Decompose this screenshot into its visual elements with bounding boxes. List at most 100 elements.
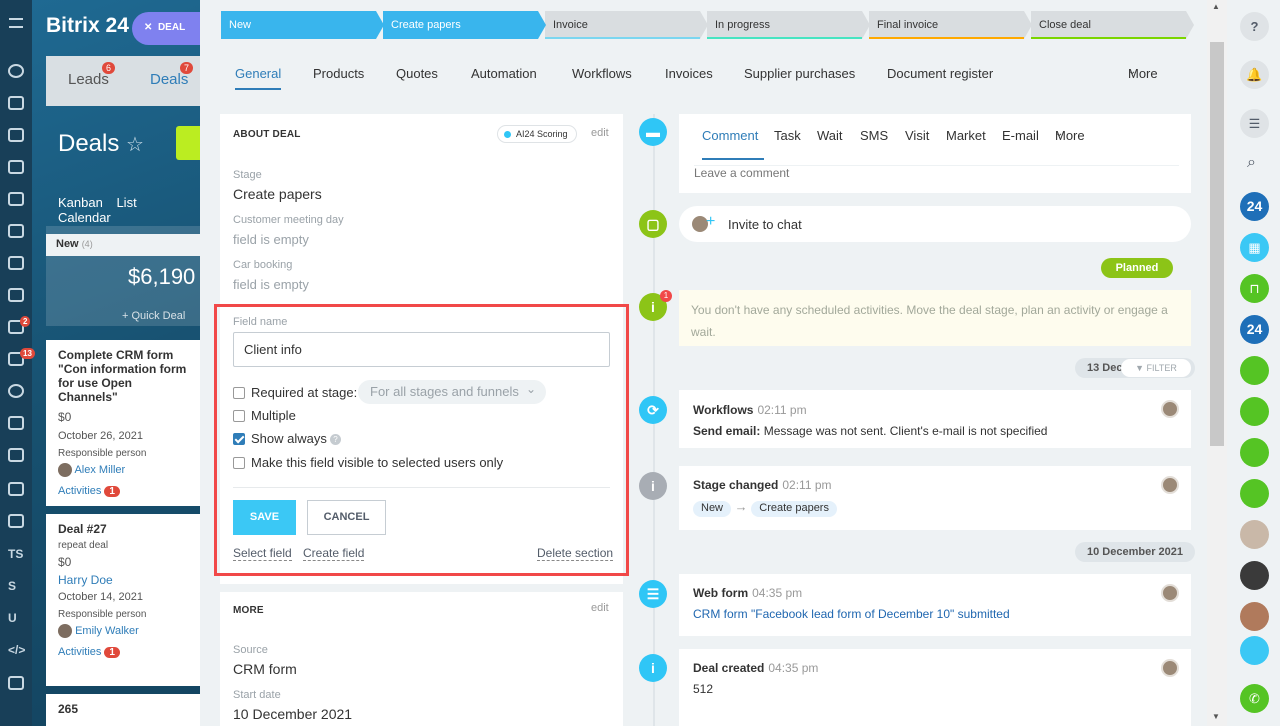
card-client[interactable]: Harry Doe bbox=[58, 573, 194, 587]
search-icon[interactable]: ⌕ bbox=[1247, 154, 1256, 172]
calendar-icon[interactable] bbox=[8, 160, 24, 174]
edit-link[interactable]: edit bbox=[591, 602, 609, 614]
card-activities[interactable]: Activities 1 bbox=[58, 646, 194, 658]
stream-icon[interactable] bbox=[8, 64, 24, 78]
ai24-scoring-button[interactable]: AI24 Scoring bbox=[497, 125, 577, 143]
web-form-link[interactable]: CRM form "Facebook lead form of December… bbox=[693, 607, 1177, 621]
field-value[interactable]: Create papers bbox=[233, 186, 322, 202]
stage-in-progress[interactable]: In progress bbox=[707, 11, 870, 39]
tab-general[interactable]: General bbox=[235, 66, 281, 81]
group-icon[interactable] bbox=[1240, 438, 1269, 467]
tab-deals[interactable]: Deals bbox=[150, 71, 188, 88]
edit-link[interactable]: edit bbox=[591, 127, 609, 139]
menu-text-item[interactable]: U bbox=[8, 611, 17, 625]
composer-tab-comment[interactable]: Comment bbox=[702, 128, 758, 143]
active-tab-underline bbox=[702, 158, 764, 160]
target-icon[interactable] bbox=[8, 384, 24, 398]
tab-quotes[interactable]: Quotes bbox=[396, 66, 438, 81]
group-icon[interactable] bbox=[1240, 397, 1269, 426]
group-icon[interactable] bbox=[1240, 479, 1269, 508]
user-avatar[interactable] bbox=[1240, 561, 1269, 590]
composer-tab-sms[interactable]: SMS bbox=[860, 128, 888, 143]
kanban-card[interactable]: Complete CRM form "Con information form … bbox=[46, 340, 200, 506]
card-title[interactable]: 265 bbox=[58, 702, 194, 716]
tab-invoices[interactable]: Invoices bbox=[665, 66, 713, 81]
stage-close-deal[interactable]: Close deal bbox=[1031, 11, 1194, 39]
scrollbar[interactable]: ▲ ▼ bbox=[1207, 0, 1227, 726]
scrollbar-thumb[interactable] bbox=[1210, 42, 1224, 446]
close-icon: ✕ bbox=[144, 22, 153, 33]
invite-to-chat-row[interactable]: + Invite to chat bbox=[679, 206, 1191, 242]
phone-icon[interactable]: ✆ bbox=[1240, 684, 1269, 713]
kanban-card[interactable]: 265 bbox=[46, 694, 200, 726]
composer-tab-task[interactable]: Task bbox=[774, 128, 801, 143]
composer-tab-wait[interactable]: Wait bbox=[817, 128, 843, 143]
view-tab[interactable]: Calendar bbox=[58, 210, 111, 225]
tab-document-register[interactable]: Document register bbox=[887, 66, 993, 81]
box-icon[interactable] bbox=[8, 482, 24, 496]
avatar bbox=[1161, 400, 1179, 418]
box-icon[interactable] bbox=[8, 514, 24, 528]
composer-tab-visit[interactable]: Visit bbox=[905, 128, 929, 143]
field-value[interactable]: field is empty bbox=[233, 277, 309, 292]
stage-final-invoice[interactable]: Final invoice bbox=[869, 11, 1032, 39]
tasks-icon[interactable] bbox=[8, 96, 24, 110]
field-value[interactable]: 10 December 2021 bbox=[233, 706, 352, 722]
card-title[interactable]: Complete CRM form "Con information form … bbox=[58, 348, 194, 404]
robot-icon[interactable] bbox=[8, 676, 24, 690]
share-icon[interactable] bbox=[1240, 636, 1269, 665]
menu-text-item[interactable]: S bbox=[8, 579, 16, 593]
shop-icon[interactable] bbox=[8, 416, 24, 430]
field-value[interactable]: CRM form bbox=[233, 661, 297, 677]
docs-icon[interactable] bbox=[8, 192, 24, 206]
stage-create-papers[interactable]: Create papers bbox=[383, 11, 546, 39]
menu-hamburger-icon[interactable] bbox=[9, 18, 23, 28]
composer-tab-email[interactable]: E-mail bbox=[1002, 128, 1039, 143]
stage-new[interactable]: New bbox=[221, 11, 384, 39]
comment-input[interactable]: Leave a comment bbox=[694, 165, 1179, 180]
field-value[interactable]: field is empty bbox=[233, 232, 309, 247]
kanban-card[interactable]: Deal #27 repeat deal $0 Harry Doe Octobe… bbox=[46, 514, 200, 686]
card-title[interactable]: Deal #27 bbox=[58, 522, 194, 536]
stage-chip: New bbox=[693, 501, 732, 517]
quick-deal-button[interactable]: + Quick Deal bbox=[122, 310, 185, 322]
tab-leads[interactable]: Leads bbox=[68, 71, 109, 88]
bell-icon[interactable]: 🔔 bbox=[1240, 60, 1269, 89]
chat-icon[interactable] bbox=[8, 128, 24, 142]
menu-text-item[interactable]: </> bbox=[8, 643, 25, 657]
tab-automation[interactable]: Automation bbox=[471, 66, 537, 81]
card-person[interactable]: Emily Walker bbox=[58, 624, 194, 638]
lock-icon[interactable]: ⊓ bbox=[1240, 274, 1269, 303]
tab-products[interactable]: Products bbox=[313, 66, 364, 81]
timeline: ▬ Comment Task Wait SMS Visit Market E-m… bbox=[636, 114, 1196, 726]
view-tab[interactable]: Kanban bbox=[58, 195, 103, 210]
bitrix24-icon[interactable]: 24 bbox=[1240, 315, 1269, 344]
avatar bbox=[1161, 584, 1179, 602]
user-avatar[interactable] bbox=[1240, 602, 1269, 631]
employees-icon[interactable] bbox=[8, 256, 24, 270]
stage-invoice[interactable]: Invoice bbox=[545, 11, 708, 39]
filter-button[interactable]: ▼ FILTER bbox=[1121, 359, 1191, 377]
help-icon[interactable]: ? bbox=[1240, 12, 1269, 41]
messages-icon[interactable]: ☰ bbox=[1240, 109, 1269, 138]
stage-name: New (4) bbox=[46, 234, 200, 256]
view-tab[interactable]: List bbox=[116, 195, 136, 210]
add-deal-button[interactable] bbox=[176, 126, 200, 160]
composer: Comment Task Wait SMS Visit Market E-mai… bbox=[679, 114, 1191, 193]
card-activities[interactable]: Activities 1 bbox=[58, 485, 194, 497]
group-icon[interactable] bbox=[1240, 356, 1269, 385]
deal-close-chip[interactable]: ✕ DEAL bbox=[132, 12, 202, 45]
mail-icon[interactable] bbox=[8, 288, 24, 302]
card-person[interactable]: Alex Miller bbox=[58, 463, 194, 477]
menu-text-item[interactable]: TS bbox=[8, 547, 23, 561]
drive-icon[interactable] bbox=[8, 224, 24, 238]
view-tabs: Kanban List Calendar bbox=[58, 195, 200, 225]
composer-tab-market[interactable]: Market bbox=[946, 128, 986, 143]
tab-workflows[interactable]: Workflows bbox=[572, 66, 632, 81]
bitrix24-icon[interactable]: 24 bbox=[1240, 192, 1269, 221]
calendar-icon[interactable]: ▦ bbox=[1240, 233, 1269, 262]
tab-supplier-purchases[interactable]: Supplier purchases bbox=[744, 66, 855, 81]
right-sidebar: ? 🔔 ☰ ⌕ 24 ▦ ⊓ 24 ✆ bbox=[1227, 0, 1280, 726]
contact-center-icon[interactable] bbox=[8, 448, 24, 462]
user-avatar[interactable] bbox=[1240, 520, 1269, 549]
